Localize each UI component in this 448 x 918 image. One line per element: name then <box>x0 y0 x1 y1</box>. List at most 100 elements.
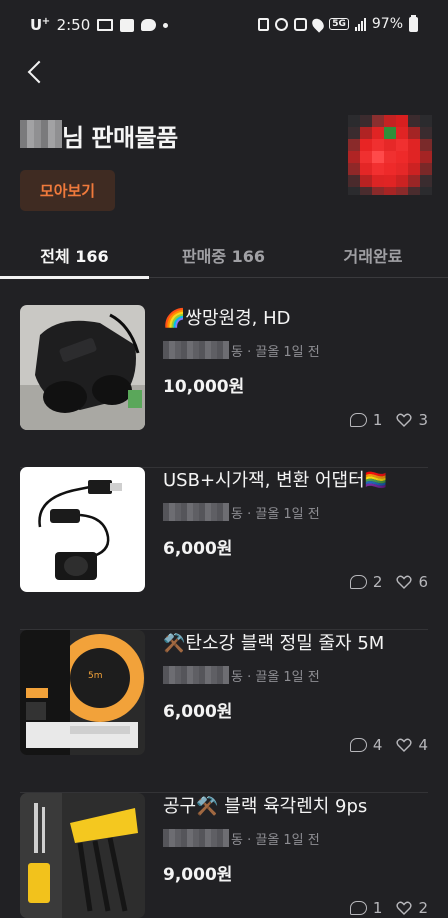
product-stats: 4 4 <box>349 736 428 754</box>
status-right: 5G 97% <box>258 14 418 33</box>
avatar-pixel <box>360 115 372 127</box>
avatar-pixel <box>384 175 396 187</box>
avatar-pixel <box>384 163 396 175</box>
like-count: 2 <box>418 899 428 917</box>
avatar-pixel <box>360 151 372 163</box>
product-meta: 동 · 끌올 1일 전 <box>163 339 428 361</box>
tab-on-sale[interactable]: 판매중 166 <box>149 232 298 278</box>
avatar-pixel <box>384 139 396 151</box>
product-price: 9,000원 <box>163 865 233 885</box>
product-meta-text: 동 · 끌올 1일 전 <box>231 344 320 360</box>
more-notifications-icon <box>163 22 169 28</box>
heart-icon <box>396 575 413 589</box>
list-item[interactable]: 🌈쌍망원경, HD 동 · 끌올 1일 전 10,000원 1 3 <box>20 305 428 468</box>
like-count: 3 <box>418 411 428 429</box>
chat-icon <box>349 738 367 752</box>
avatar-pixel <box>372 175 384 187</box>
status-left: U+ 2:50 <box>30 16 169 34</box>
mute-icon <box>294 17 308 31</box>
product-price: 6,000원 <box>163 702 233 722</box>
product-title: 공구⚒️ 블랙 육각렌치 9ps <box>163 796 368 817</box>
avatar-pixel <box>372 187 384 195</box>
product-title: USB+시가잭, 변환 어댑터🏳️‍🌈 <box>163 470 388 491</box>
product-title: ⚒️탄소강 블랙 정밀 줄자 5M <box>163 633 385 654</box>
avatar-pixel <box>396 139 408 151</box>
avatar-pixel <box>420 127 432 139</box>
avatar-pixel <box>348 115 360 127</box>
collect-button[interactable]: 모아보기 <box>20 170 115 211</box>
product-info: 공구⚒️ 블랙 육각렌치 9ps 동 · 끌올 1일 전 9,000원 <box>163 793 428 887</box>
avatar-pixel <box>408 187 420 195</box>
battery-icon <box>409 14 418 32</box>
product-thumbnail <box>20 793 145 918</box>
product-price: 6,000원 <box>163 539 233 559</box>
svg-text:5m: 5m <box>88 671 103 681</box>
product-meta-text: 동 · 끌올 1일 전 <box>231 506 320 522</box>
avatar-pixel <box>420 163 432 175</box>
product-info: USB+시가잭, 변환 어댑터🏳️‍🌈 동 · 끌올 1일 전 6,000원 <box>163 467 428 561</box>
product-stats: 2 6 <box>349 573 428 591</box>
product-stats: 1 3 <box>349 411 428 429</box>
avatar-pixel <box>372 151 384 163</box>
product-meta: 동 · 끌올 1일 전 <box>163 827 428 849</box>
avatar-pixel <box>384 187 396 195</box>
avatar-pixel <box>360 139 372 151</box>
chat-count: 4 <box>372 736 383 754</box>
product-info: 🌈쌍망원경, HD 동 · 끌올 1일 전 10,000원 <box>163 305 428 399</box>
avatar-pixel <box>384 151 396 163</box>
signal-icon <box>354 17 366 31</box>
product-meta-text: 동 · 끌올 1일 전 <box>231 669 320 685</box>
5g-icon: 5G <box>329 18 349 30</box>
avatar-pixel <box>408 175 420 187</box>
message-icon <box>141 19 157 31</box>
chat-count: 1 <box>372 411 383 429</box>
list-item[interactable]: 공구⚒️ 블랙 육각렌치 9ps 동 · 끌올 1일 전 9,000원 1 2 <box>20 793 428 918</box>
mail-icon <box>97 19 114 31</box>
product-thumbnail <box>20 467 145 592</box>
avatar-pixel <box>408 151 420 163</box>
avatar-pixel <box>408 127 420 139</box>
avatar[interactable] <box>348 115 432 195</box>
lock-icon <box>258 17 270 31</box>
heart-icon <box>396 738 413 752</box>
avatar-pixel <box>420 175 432 187</box>
tab-sold[interactable]: 거래완료 <box>298 232 448 278</box>
list-item[interactable]: 5m ⚒️탄소강 블랙 정밀 줄자 5M 동 · 끌올 1일 전 6,000원 … <box>20 630 428 793</box>
avatar-pixel <box>372 115 384 127</box>
location-redacted <box>163 829 229 847</box>
tab-bar: 전체 166 판매중 166 거래완료 <box>0 232 448 279</box>
battery-percent: 97% <box>371 16 403 32</box>
status-bar: U+ 2:50 5G 97% <box>0 0 448 56</box>
avatar-pixel <box>360 175 372 187</box>
avatar-pixel <box>360 163 372 175</box>
location-icon <box>310 15 327 33</box>
product-meta-text: 동 · 끌올 1일 전 <box>231 832 320 848</box>
avatar-pixel <box>372 139 384 151</box>
product-title: 🌈쌍망원경, HD <box>163 308 291 329</box>
clock: 2:50 <box>56 16 91 34</box>
tab-all[interactable]: 전체 166 <box>0 232 149 279</box>
avatar-pixel <box>420 115 432 127</box>
carrier-label: U+ <box>30 16 50 34</box>
chat-icon <box>349 901 367 915</box>
location-redacted <box>163 503 229 521</box>
avatar-pixel <box>396 127 408 139</box>
page-title: 님 판매물품 <box>62 124 178 152</box>
avatar-pixel <box>384 115 396 127</box>
avatar-pixel <box>360 187 372 195</box>
chat-icon <box>349 575 367 589</box>
chat-icon <box>349 413 367 427</box>
avatar-pixel <box>396 187 408 195</box>
product-price: 10,000원 <box>163 377 245 397</box>
avatar-pixel <box>348 127 360 139</box>
avatar-pixel <box>396 175 408 187</box>
avatar-pixel <box>408 115 420 127</box>
product-thumbnail <box>20 305 145 430</box>
list-item[interactable]: USB+시가잭, 변환 어댑터🏳️‍🌈 동 · 끌올 1일 전 6,000원 2… <box>20 467 428 630</box>
gallery-icon <box>120 18 135 32</box>
avatar-pixel <box>408 163 420 175</box>
product-stats: 1 2 <box>349 899 428 917</box>
location-redacted <box>163 666 229 684</box>
avatar-pixel <box>396 151 408 163</box>
back-arrow-icon[interactable] <box>20 56 52 88</box>
